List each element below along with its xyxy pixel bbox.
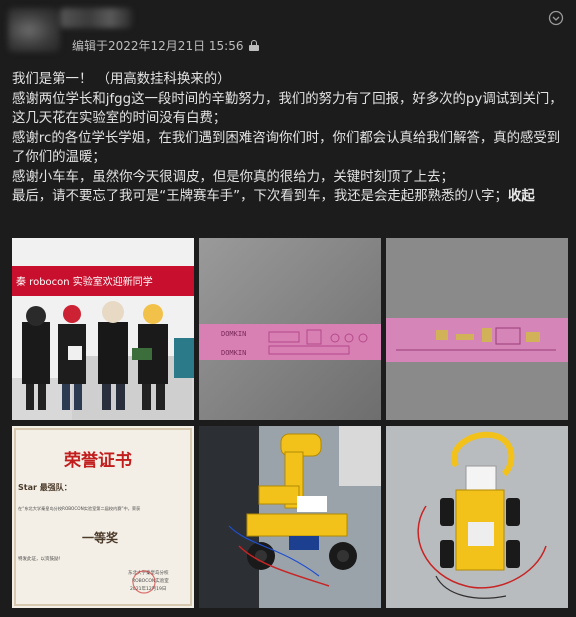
post-text: 我们是第一！ （用高数挂科换来的） 感谢两位学长和jfgg这一段时间的辛勤努力，… <box>12 70 568 207</box>
paragraph: 我们是第一！ （用高数挂科换来的） <box>12 72 231 87</box>
cert-team: Star 最强队： <box>18 482 72 492</box>
paragraph: 感谢两位学长和jfgg这一段时间的辛勤努力，我们的努力有了回报，好多次的py调试… <box>12 91 563 127</box>
cert-org: ROBOCON实验室 <box>132 577 169 584</box>
edit-timestamp: 编辑于2022年12月21日 15:56 <box>72 39 244 53</box>
cert-note: 特发此证，以资鼓励！ <box>18 555 63 562</box>
photo-pcb-1[interactable]: DOMKIN DOMKIN <box>199 238 381 420</box>
photo-team[interactable]: 秦 robocon 实验室欢迎新同学 <box>12 238 194 420</box>
pcb-label: DOMKIN <box>221 330 246 338</box>
post-meta: 编辑于2022年12月21日 15:56 <box>72 37 260 54</box>
cert-body: 在“东北大学秦皇岛分校ROBOCON实验室第二届校内赛”中，荣获 <box>18 505 140 512</box>
more-horizontal-icon <box>548 10 564 26</box>
moment-post: 编辑于2022年12月21日 15:56 我们是第一！ （用高数挂科换来的） 感… <box>0 0 576 617</box>
paragraph-text: 最后，请不要忘了我可是“王牌赛车手”，下次看到车，我还是会走起那熟悉的八字； <box>12 189 508 204</box>
author-name[interactable] <box>60 8 132 28</box>
lock-icon <box>249 40 260 51</box>
photo-robot-car-2[interactable] <box>386 426 568 608</box>
more-options-button[interactable] <box>546 8 566 28</box>
paragraph: 感谢rc的各位学长学姐，在我们遇到困难咨询你们时，你们都会认真给我们解答，真的感… <box>12 130 561 166</box>
paragraph: 感谢小车车，虽然你今天很调皮，但是你真的很给力，关键时刻顶了上去； <box>12 169 454 185</box>
photo-robot-car-1[interactable] <box>199 426 381 608</box>
post-header: 编辑于2022年12月21日 15:56 <box>0 0 576 60</box>
cert-award: 一等奖 <box>82 530 119 545</box>
photo-certificate[interactable]: 荣誉证书 Star 最强队： 在“东北大学秦皇岛分校ROBOCON实验室第二届校… <box>12 426 194 608</box>
pcb-label: DOMKIN <box>221 349 246 357</box>
paragraph: 最后，请不要忘了我可是“王牌赛车手”，下次看到车，我还是会走起那熟悉的八字；收起 <box>12 187 568 207</box>
avatar[interactable] <box>8 8 60 52</box>
photo-pcb-2[interactable] <box>386 238 568 420</box>
collapse-link[interactable]: 收起 <box>508 189 535 204</box>
cert-title: 荣誉证书 <box>63 450 132 471</box>
photo-grid: 秦 robocon 实验室欢迎新同学 DOMKIN DOMKIN 荣誉证书 St… <box>12 238 568 610</box>
banner-text: 秦 robocon 实验室欢迎新同学 <box>16 275 153 288</box>
